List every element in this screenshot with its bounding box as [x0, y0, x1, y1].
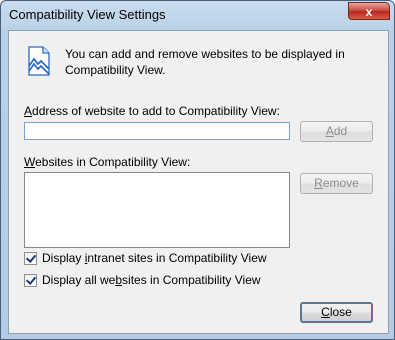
- remove-button-accel: R: [314, 176, 323, 190]
- address-input[interactable]: [24, 122, 290, 140]
- dialog-body: You can add and remove websites to be di…: [8, 30, 389, 334]
- intranet-label-prefix: Display: [42, 251, 85, 265]
- window-title: Compatibility View Settings: [9, 7, 166, 22]
- websites-label-rest: ebsites in Compatibility View:: [35, 155, 191, 169]
- close-button-accel: C: [321, 305, 330, 319]
- all-websites-label-prefix: Display all we: [42, 273, 116, 287]
- window-close-button[interactable]: x: [348, 2, 390, 20]
- add-button-rest: dd: [333, 124, 348, 138]
- websites-listbox[interactable]: [24, 172, 290, 248]
- intranet-label-rest: ntranet sites in Compatibility View: [87, 251, 267, 265]
- intranet-checkbox[interactable]: [24, 252, 37, 265]
- all-websites-checkbox-label: Display all websites in Compatibility Vi…: [42, 273, 261, 287]
- address-label-rest: ddress of website to add to Compatibilit…: [32, 104, 280, 118]
- add-button[interactable]: Add: [300, 121, 373, 142]
- close-button-rest: lose: [329, 305, 352, 319]
- remove-button[interactable]: Remove: [300, 173, 373, 194]
- address-label: Address of website to add to Compatibili…: [24, 104, 280, 118]
- all-websites-label-rest: sites in Compatibility View: [122, 273, 261, 287]
- dialog-window: Compatibility View Settings x You can ad…: [0, 0, 395, 340]
- close-button[interactable]: Close: [300, 302, 373, 323]
- title-bar[interactable]: Compatibility View Settings x: [1, 1, 394, 29]
- intranet-checkbox-label: Display intranet sites in Compatibility …: [42, 251, 267, 265]
- add-button-accel: A: [325, 124, 334, 138]
- address-label-accel: A: [24, 104, 33, 118]
- info-text: You can add and remove websites to be di…: [65, 47, 345, 77]
- all-websites-checkbox[interactable]: [24, 274, 37, 287]
- websites-list-label: Websites in Compatibility View:: [24, 155, 190, 169]
- websites-label-accel: W: [24, 155, 36, 169]
- remove-button-rest: emove: [322, 176, 359, 190]
- compatibility-view-icon: [28, 46, 50, 76]
- close-icon: x: [365, 5, 373, 19]
